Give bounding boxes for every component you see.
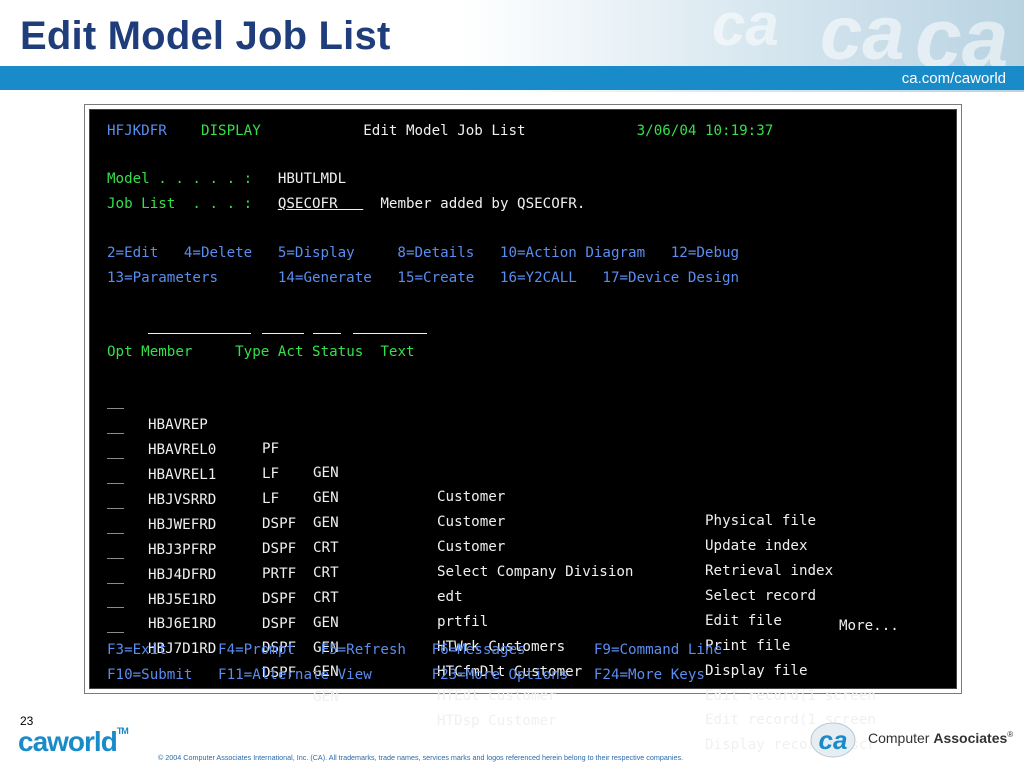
copyright-notice: © 2004 Computer Associates International… <box>158 753 684 762</box>
function-keys-line-2: F10=Submit F11=Alternate View F23=More O… <box>107 667 705 683</box>
header-url: ca.com/caworld <box>901 70 1006 87</box>
member-type: DSPF <box>262 616 297 632</box>
model-value: HBUTLMDL <box>277 171 347 187</box>
caworld-logo: caworldTM <box>18 726 129 758</box>
slide-title: Edit Model Job List <box>20 14 391 58</box>
table-row: __ HBJ4DFRD DSPF GEN HTWrk Customers Dis… <box>90 515 950 679</box>
screen-datetime: 3/06/04 10:19:37 <box>636 123 774 139</box>
table-row: __ HBAVREL0 LF GEN Customer Update index <box>90 390 950 554</box>
member-description: Display file <box>705 663 808 679</box>
joblist-label: Job List . . . : <box>107 196 253 212</box>
screen-title: Edit Model Job List <box>363 123 526 139</box>
col-text: Text <box>380 344 415 360</box>
slide-header: ca ca ca Edit Model Job List ca.com/cawo… <box>0 0 1024 92</box>
screen-header-row: HFJKDFR DISPLAY Edit Model Job List 3/06… <box>107 119 773 143</box>
col-type: Type <box>235 344 270 360</box>
option-input[interactable]: __ <box>107 613 124 637</box>
ca-watermark-logo: ca <box>712 0 779 58</box>
table-row: __ HBJ7D1RD DSPF GEN HTDsp Customer Disp… <box>90 589 950 753</box>
member-act: GEN <box>313 615 339 631</box>
company-name-light: Computer <box>868 730 934 746</box>
program-name: HFJKDFR <box>107 123 167 139</box>
member-description: Edit record(1 screen <box>705 688 876 704</box>
ca-logo-icon: ca <box>810 722 856 758</box>
status-message: Member added by QSECOFR. <box>380 196 586 212</box>
green-screen-terminal: HFJKDFR DISPLAY Edit Model Job List 3/06… <box>89 109 957 753</box>
svg-text:ca: ca <box>819 725 848 755</box>
member-text: HTEdt Customer <box>437 688 557 704</box>
member-text: prtfil <box>437 614 489 630</box>
table-row: __ HBAVREP PF GEN Customer Physical file <box>90 365 950 529</box>
joblist-row: Job List . . . : QSECOFR Member added by… <box>107 192 585 216</box>
col-opt: Opt <box>107 344 133 360</box>
col-act: Act <box>277 344 304 360</box>
caworld-logo-text: caworld <box>18 726 118 757</box>
model-label: Model . . . . . : <box>107 171 253 187</box>
col-member: Member <box>141 344 193 360</box>
member-text: HTDsp Customer <box>437 713 557 729</box>
table-row: __ HBJWEFRD DSPF CRT edt Edit file <box>90 465 950 629</box>
column-separator <box>148 333 251 334</box>
function-keys-line-1: F3=Exit F4=Prompt F5=Refresh F6=Messages… <box>107 642 722 658</box>
screen-mode: DISPLAY <box>200 123 261 139</box>
more-indicator: More... <box>839 618 899 634</box>
table-row: __ HBJ5E1RD DSPF GEN HTCfmDlt Customer E… <box>90 540 950 704</box>
table-row: __ HBJ3PFRP PRTF CRT prtfil Print file <box>90 490 950 654</box>
model-row: Model . . . . . : HBUTLMDL <box>107 167 346 191</box>
registered-mark: ® <box>1007 730 1014 739</box>
col-status: Status <box>312 344 364 360</box>
options-line-1: 2=Edit 4=Delete 5=Display 8=Details 10=A… <box>107 245 740 261</box>
column-separator <box>313 333 341 334</box>
company-name: Computer Associates® <box>868 730 1013 746</box>
trademark-mark: TM <box>116 726 129 736</box>
screenshot-frame: HFJKDFR DISPLAY Edit Model Job List 3/06… <box>84 104 962 753</box>
table-row: __ HBJVSRRD DSPF CRT Select Company Divi… <box>90 440 950 604</box>
member-act: GEN <box>313 689 339 705</box>
column-separator <box>262 333 304 334</box>
column-headers: Opt Member Type Act Status Text <box>107 340 415 364</box>
company-name-bold: Associates <box>933 730 1008 746</box>
table-row: __ HBAVREL1 LF GEN Customer Retrieval in… <box>90 415 950 579</box>
member-name: HBJ6E1RD <box>148 616 217 632</box>
joblist-input[interactable]: QSECOFR <box>278 196 363 212</box>
column-separator <box>353 333 427 334</box>
header-bar <box>0 66 1024 90</box>
table-row: __ HBJ6E1RD DSPF GEN HTEdt Customer Edit… <box>90 564 950 728</box>
options-line-2: 13=Parameters 14=Generate 15=Create 16=Y… <box>107 270 740 286</box>
